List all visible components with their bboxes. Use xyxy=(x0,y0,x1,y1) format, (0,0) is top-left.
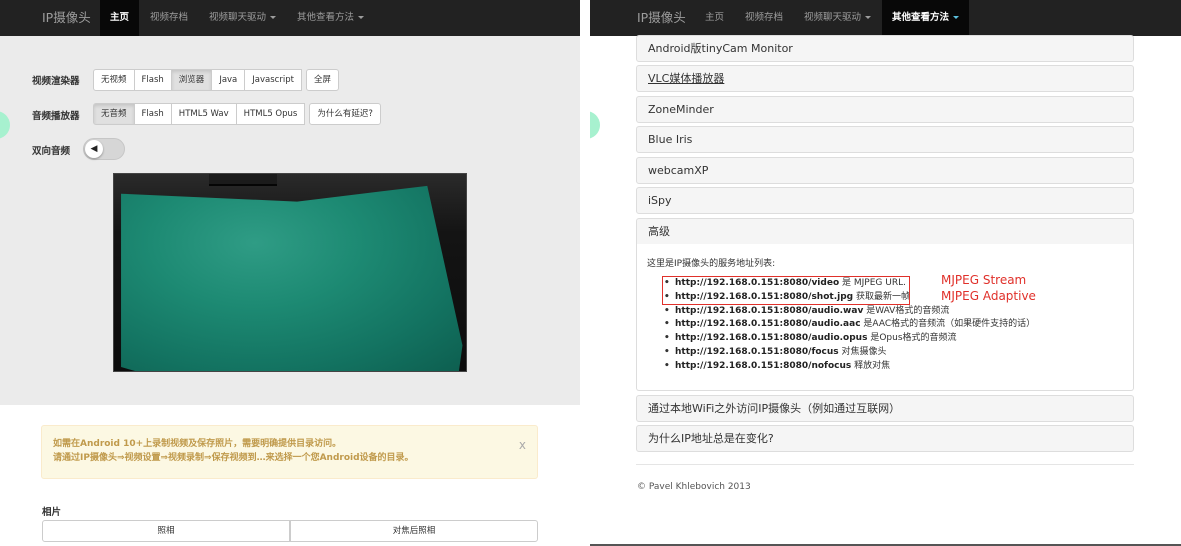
focus-take-photo-button[interactable]: 对焦后照相 xyxy=(290,520,538,542)
accordion-vlc[interactable]: VLC媒体播放器 xyxy=(636,65,1134,92)
url-link[interactable]: http://192.168.0.151:8080/audio.wav xyxy=(675,306,863,316)
highlight-box xyxy=(662,276,910,305)
audio-player-label: 音频播放器 xyxy=(32,111,80,122)
video-renderer-group: 无视频 Flash 浏览器 Java Javascript 全屏 xyxy=(93,69,339,91)
url-link[interactable]: http://192.168.0.151:8080/audio.opus xyxy=(675,333,867,343)
audio-option-none[interactable]: 无音频 xyxy=(93,103,135,125)
audio-option-html5-opus[interactable]: HTML5 Opus xyxy=(235,103,306,125)
panel-divider xyxy=(580,0,590,546)
chevron-down-icon xyxy=(865,16,872,19)
list-item: http://192.168.0.151:8080/audio.wav 是WAV… xyxy=(664,305,1035,319)
nav-label: 视频聊天驱动 xyxy=(804,12,862,23)
accordion-label: VLC媒体播放器 xyxy=(648,72,725,85)
audio-option-flash[interactable]: Flash xyxy=(133,103,172,125)
photo-section-title: 相片 xyxy=(42,507,62,518)
side-drawer-tab[interactable] xyxy=(590,111,600,139)
nav-home[interactable]: 主页 xyxy=(695,0,734,36)
url-desc: 释放对焦 xyxy=(854,360,891,371)
accordion-remote-access[interactable]: 通过本地WiFi之外访问IP摄像头（例如通过互联网） xyxy=(636,395,1134,422)
nav-home[interactable]: 主页 xyxy=(100,0,140,36)
advanced-intro: 这里是IP摄像头的服务地址列表: xyxy=(647,259,776,269)
list-item: http://192.168.0.151:8080/nofocus 释放对焦 xyxy=(664,360,1035,374)
video-option-javascript[interactable]: Javascript xyxy=(244,69,302,91)
camera-green-mat xyxy=(121,185,463,371)
nav-label: 视频聊天驱动 xyxy=(209,12,267,23)
footer-divider xyxy=(636,464,1134,465)
nav-video-archive[interactable]: 视频存档 xyxy=(140,0,198,36)
url-link[interactable]: http://192.168.0.151:8080/audio.aac xyxy=(675,319,861,329)
url-link[interactable]: http://192.168.0.151:8080/nofocus xyxy=(675,361,851,371)
nav-video-archive[interactable]: 视频存档 xyxy=(735,0,793,36)
url-link[interactable]: http://192.168.0.151:8080/focus xyxy=(675,347,839,357)
list-item: http://192.168.0.151:8080/audio.aac 是AAC… xyxy=(664,318,1035,332)
fullscreen-button[interactable]: 全屏 xyxy=(305,69,339,91)
accordion-ip-changing[interactable]: 为什么IP地址总是在变化? xyxy=(636,425,1134,452)
video-option-flash[interactable]: Flash xyxy=(133,69,172,91)
two-way-audio-label: 双向音频 xyxy=(32,146,71,157)
chevron-down-icon xyxy=(953,16,960,19)
annotation-mjpeg-stream: MJPEG Stream xyxy=(941,273,1027,287)
url-desc: 是Opus格式的音频流 xyxy=(870,333,957,344)
footer-copyright: © Pavel Khlebovich 2013 xyxy=(637,482,751,492)
alert-line-1: 如需在Android 10+上录制视频及保存照片，需要明确提供目录访问。 xyxy=(53,439,342,449)
megaphone-icon: ◀ xyxy=(85,140,103,158)
main-page-panel: IP摄像头 主页 视频存档 视频聊天驱动 其他查看方法 视频渲染器 无视频 Fl… xyxy=(0,0,580,546)
video-option-none[interactable]: 无视频 xyxy=(93,69,135,91)
nav-label: 其他查看方法 xyxy=(892,12,950,23)
nav-video-chat-driver[interactable]: 视频聊天驱动 xyxy=(794,0,881,36)
accordion-zoneminder[interactable]: ZoneMinder xyxy=(636,96,1134,123)
accordion-ispy[interactable]: iSpy xyxy=(636,187,1134,214)
annotation-mjpeg-adaptive: MJPEG Adaptive xyxy=(941,289,1036,303)
url-desc: 对焦摄像头 xyxy=(841,346,887,357)
storage-permission-alert: 如需在Android 10+上录制视频及保存照片，需要明确提供目录访问。 请通过… xyxy=(41,425,538,479)
nav-other-view-methods[interactable]: 其他查看方法 xyxy=(287,0,374,36)
two-way-audio-toggle[interactable]: ◀ xyxy=(83,138,125,160)
nav-video-chat-driver[interactable]: 视频聊天驱动 xyxy=(199,0,286,36)
url-desc: 是WAV格式的音频流 xyxy=(866,305,950,316)
brand-logo[interactable]: IP摄像头 xyxy=(637,0,686,36)
list-item: http://192.168.0.151:8080/focus 对焦摄像头 xyxy=(664,346,1035,360)
nav-other-view-methods[interactable]: 其他查看方法 xyxy=(882,0,970,36)
list-item: http://192.168.0.151:8080/audio.opus 是Op… xyxy=(664,332,1035,346)
url-desc: 是AAC格式的音频流（如果硬件支持的话） xyxy=(863,319,1036,330)
video-renderer-label: 视频渲染器 xyxy=(32,76,80,87)
chevron-down-icon xyxy=(270,16,277,19)
nav-label: 其他查看方法 xyxy=(297,12,355,23)
accordion-blue-iris[interactable]: Blue Iris xyxy=(636,126,1134,153)
close-icon[interactable]: x xyxy=(519,438,526,452)
why-delay-button[interactable]: 为什么有延迟? xyxy=(309,103,381,125)
navbar: IP摄像头 主页 视频存档 视频聊天驱动 其他查看方法 xyxy=(590,0,1181,36)
alert-line-2: 请通过IP摄像头⇒视频设置⇒视频录制⇒保存视频到…来选择一个您Android设备… xyxy=(53,453,414,463)
accordion-advanced[interactable]: 高级 xyxy=(636,218,1134,245)
video-option-browser[interactable]: 浏览器 xyxy=(170,69,213,91)
accordion-tinycam[interactable]: Android版tinyCam Monitor xyxy=(636,35,1134,62)
video-option-java[interactable]: Java xyxy=(211,69,246,91)
camera-clip-object xyxy=(209,174,277,186)
camera-video-feed xyxy=(113,173,467,372)
chevron-down-icon xyxy=(358,16,365,19)
take-photo-button[interactable]: 照相 xyxy=(42,520,290,542)
audio-player-group: 无音频 Flash HTML5 Wav HTML5 Opus 为什么有延迟? xyxy=(93,103,381,125)
navbar: IP摄像头 主页 视频存档 视频聊天驱动 其他查看方法 xyxy=(0,0,580,36)
brand-logo[interactable]: IP摄像头 xyxy=(42,0,91,36)
accordion-webcamxp[interactable]: webcamXP xyxy=(636,157,1134,184)
audio-option-html5-wav[interactable]: HTML5 Wav xyxy=(170,103,237,125)
